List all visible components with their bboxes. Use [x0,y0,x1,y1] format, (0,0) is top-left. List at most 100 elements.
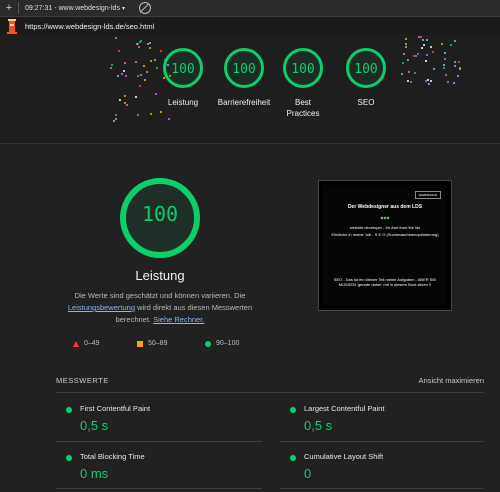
metric-label: Cumulative Layout Shift [304,452,384,461]
url-bar: https://www.webdesign-lds.de/seo.html [0,17,500,35]
legend-label: 50–89 [148,340,168,347]
report-selector-label: 09:27:31 - www.webdesign-lds [25,4,120,12]
confetti-dot [114,36,117,39]
confetti-dot [407,71,410,74]
confetti-dot [154,59,157,61]
metric-label: First Contentful Paint [80,404,151,413]
legend-pass: 90–100 [205,340,239,347]
metric-value: 0 ms [80,466,109,481]
screenshot-button: WEBDESIGN [414,191,441,199]
confetti-dot [421,38,424,41]
divider [56,392,484,393]
score-value: 100 [141,202,179,226]
pass-icon [66,455,72,461]
confetti-dot [431,50,434,53]
screenshot-heading: Der Webdesigner aus dem LDS [347,204,423,210]
report-selector[interactable]: 09:27:31 - www.webdesign-lds ▾ [19,5,131,12]
divider [280,488,484,489]
pass-icon [290,407,296,413]
pass-icon [290,455,296,461]
confetti-dot [444,57,447,60]
confetti-dot [420,46,423,49]
confetti-dot [111,64,114,67]
confetti-dot [114,118,117,121]
confetti-dot [405,43,408,46]
page-screenshot[interactable]: WEBDESIGN Der Webdesigner aus dem LDS ◆◆… [318,180,452,311]
confetti-dot [406,58,409,61]
confetti-dot [457,60,460,63]
confetti-dot [449,43,452,46]
clear-icon[interactable] [138,2,151,14]
legend-average: 50–89 [137,340,167,347]
metric-label: Total Blocking Time [80,452,145,461]
score-value: 100 [171,62,195,77]
confetti-dot [149,47,152,50]
confetti-dot [159,50,162,53]
confetti-dot [149,113,152,116]
confetti-dot [146,71,149,74]
confetti-dot [456,75,459,78]
confetti-dot [447,80,450,83]
confetti-dot [415,55,418,58]
legend-label: 0–49 [84,340,100,347]
metric-value: 0,5 s [80,418,109,433]
gauge-performance[interactable]: 100 [163,48,203,88]
confetti-dot [454,40,456,43]
screenshot-text: SEO - Das ist ein kleiner Teil meine Auf… [333,277,437,287]
scoring-link[interactable]: Leistungsbewertung [68,303,135,312]
screenshot-content: WEBDESIGN Der Webdesigner aus dem LDS ◆◆… [323,185,447,306]
confetti-dot [444,51,447,54]
lighthouse-icon [5,18,19,34]
performance-section: 100 Leistung Die Werte sind geschätzt un… [0,144,500,492]
score-description: Die Werte sind geschätzt und können vari… [60,290,260,326]
confetti-dot [424,59,427,62]
confetti-dot [409,81,412,83]
metric-value: 0,5 s [304,418,333,433]
confetti-dot [445,74,448,77]
gauge-accessibility[interactable]: 100 [224,48,264,88]
score-value: 100 [354,62,378,77]
maximize-view-button[interactable]: Ansicht maximieren [419,376,484,385]
gauge-performance-large: 100 [120,178,200,258]
confetti-dot [400,72,403,75]
confetti-dot [407,79,410,82]
browser-toolbar: + 09:27:31 - www.webdesign-lds ▾ [0,0,500,17]
divider [56,441,262,442]
confetti-dot [137,113,140,116]
circle-icon [205,340,211,347]
gauge-label: SEO [357,98,375,107]
calculator-link[interactable]: Siehe Rechner. [153,315,204,324]
confetti-dot [443,66,446,69]
divider [56,488,262,489]
confetti-dot [134,96,137,99]
confetti-dot [459,67,462,70]
confetti-dot [454,61,457,64]
confetti-dot [423,44,426,47]
metrics-heading: MESSWERTE [56,376,109,385]
screenshot-text: Einblicke in meine Job - S E O (Suchmasc… [331,232,439,237]
confetti-dot [429,80,432,83]
confetti-dot [149,41,152,44]
confetti-dot [427,83,430,86]
confetti-dot [168,118,171,121]
confetti-dot [419,36,422,39]
add-tab-button[interactable]: + [0,2,18,14]
confetti-dot [118,49,121,52]
confetti-dot [159,110,162,113]
gauge-best-practices[interactable]: 100 [283,48,323,88]
confetti-dot [126,103,129,106]
confetti-dot [142,64,145,67]
confetti-dot [401,61,404,64]
confetti-dot [122,70,125,73]
confetti-dot [413,71,416,74]
confetti-dot [403,53,406,56]
screenshot-ornament: ◆◆◆ [380,215,390,220]
confetti-dot [123,61,126,64]
gauge-seo[interactable]: 100 [346,48,386,88]
confetti-dot [139,85,142,88]
confetti-dot [117,74,120,77]
triangle-icon [73,340,79,347]
confetti-dot [124,95,127,98]
confetti-dot [429,46,432,49]
square-icon [137,340,143,347]
